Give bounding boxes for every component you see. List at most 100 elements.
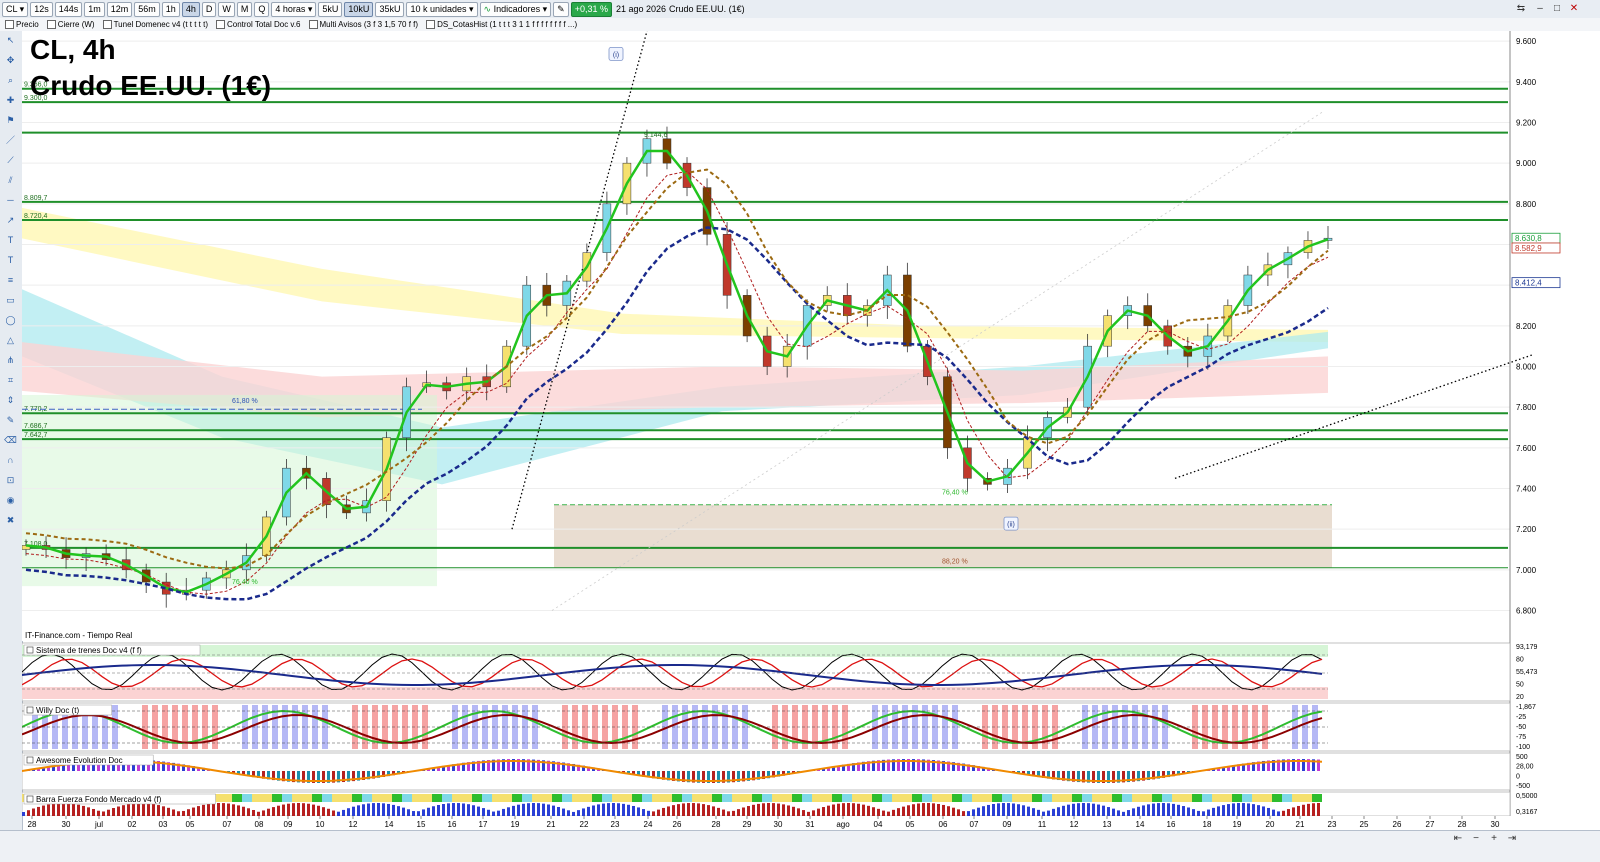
units-select[interactable]: 10 k unidades ▾ xyxy=(406,2,477,17)
crosshair-icon[interactable]: ✚ xyxy=(4,95,17,106)
force-top-bar xyxy=(1312,794,1322,802)
timeframe-button-144s[interactable]: 144s xyxy=(55,2,83,17)
timeframe-button-4h[interactable]: 4h xyxy=(182,2,200,17)
volume-button-10kU[interactable]: 10kU xyxy=(344,2,373,17)
timeframe-button-1h[interactable]: 1h xyxy=(162,2,180,17)
pan-icon[interactable]: ✥ xyxy=(4,55,17,66)
checkbox[interactable] xyxy=(103,20,112,29)
drawing-tools-button[interactable]: ✎ xyxy=(553,2,569,17)
price-axis-label: 7.000 xyxy=(1516,566,1537,575)
rect-icon[interactable]: ▭ xyxy=(4,295,17,306)
checkbox[interactable] xyxy=(309,20,318,29)
force-bar xyxy=(517,805,520,816)
timeframe-button-1m[interactable]: 1m xyxy=(84,2,105,17)
checkbox[interactable] xyxy=(216,20,225,29)
panel-axis-label: 93,179 xyxy=(1516,644,1538,651)
panel-checkbox[interactable] xyxy=(27,796,33,802)
timeframe-button-Q[interactable]: Q xyxy=(254,2,269,17)
timeframe-button-M[interactable]: M xyxy=(237,2,253,17)
magnet-icon[interactable]: ∩ xyxy=(4,455,17,466)
gann-icon[interactable]: ⌗ xyxy=(4,375,17,386)
indicator-item[interactable]: Multi Avisos (3 f 3 1,5 70 f f) xyxy=(306,19,422,30)
panel-checkbox[interactable] xyxy=(27,647,33,653)
force-bar xyxy=(132,803,135,816)
force-bar xyxy=(447,803,450,816)
volume-button-5kU[interactable]: 5kU xyxy=(318,2,342,17)
zoom-in-icon[interactable]: + xyxy=(1488,833,1500,845)
timeframe-button-W[interactable]: W xyxy=(218,2,235,17)
measure-icon[interactable]: ⇕ xyxy=(4,395,17,406)
eye-icon[interactable]: ◉ xyxy=(4,495,17,506)
panel-title: Barra Fuerza Fondo Mercado v4 (f) xyxy=(36,795,162,804)
scroll-right-icon[interactable]: ⇥ xyxy=(1506,833,1518,845)
force-bar xyxy=(192,808,195,816)
triangle-icon[interactable]: △ xyxy=(4,335,17,346)
channel-icon[interactable]: ⫽ xyxy=(4,175,17,186)
force-top-bar xyxy=(1262,794,1272,802)
checkbox[interactable] xyxy=(426,20,435,29)
timeframe-button-D[interactable]: D xyxy=(202,2,217,17)
timeframe-button-12s[interactable]: 12s xyxy=(30,2,53,17)
scroll-left-icon[interactable]: ⇤ xyxy=(1452,833,1464,845)
chart-area[interactable]: 9.6009.4009.2009.0008.8008.6008.4008.200… xyxy=(22,31,1600,816)
checkbox[interactable] xyxy=(47,20,56,29)
symbol-select[interactable]: CL ▾ xyxy=(2,2,28,17)
cursor-icon[interactable]: ↖ xyxy=(4,35,17,46)
zoom-icon[interactable]: ⌕ xyxy=(4,75,17,86)
force-bar xyxy=(467,804,470,816)
force-bar xyxy=(247,808,250,816)
force-bar xyxy=(472,805,475,816)
indicator-item[interactable]: Control Total Doc v.6 xyxy=(213,19,304,30)
lock-icon[interactable]: ⊡ xyxy=(4,475,17,486)
arrow-icon[interactable]: ↗ xyxy=(4,215,17,226)
force-bar xyxy=(927,803,930,816)
force-bar xyxy=(522,804,525,816)
force-bar xyxy=(512,806,515,816)
indicator-item[interactable]: Precio xyxy=(2,19,42,30)
force-bar xyxy=(532,803,535,816)
indicator-item[interactable]: DS_CotasHist (1 t t t 3 1 1 f f f f f f … xyxy=(423,19,580,30)
eraser-icon[interactable]: ⌫ xyxy=(4,435,17,446)
text-box-icon[interactable]: T xyxy=(4,255,17,266)
text-icon[interactable]: T xyxy=(4,235,17,246)
force-top-bar xyxy=(582,794,592,802)
level-label: 7.642,7 xyxy=(24,432,47,439)
pitchfork-icon[interactable]: ⋔ xyxy=(4,355,17,366)
force-bar xyxy=(367,804,370,816)
fib-icon[interactable]: ≡ xyxy=(4,275,17,286)
checkbox[interactable] xyxy=(5,20,14,29)
force-bar xyxy=(47,804,50,816)
ray-icon[interactable]: ⟋ xyxy=(4,155,17,166)
close-icon[interactable]: ✕ xyxy=(1568,3,1580,15)
indicators-button[interactable]: ∿ Indicadores ▾ xyxy=(480,2,552,17)
indicator-item[interactable]: Tunel Domenec v4 (t t t t t) xyxy=(100,19,211,30)
force-bar xyxy=(767,803,770,816)
period-select[interactable]: 4 horas ▾ xyxy=(271,2,316,17)
force-bar xyxy=(1252,804,1255,816)
arrows-icon[interactable]: ⇆ xyxy=(1515,3,1527,15)
panel-checkbox[interactable] xyxy=(27,757,33,763)
timeframe-button-12m[interactable]: 12m xyxy=(107,2,133,17)
force-bar xyxy=(1097,805,1100,816)
ellipse-icon[interactable]: ◯ xyxy=(4,315,17,326)
time-label: 30 xyxy=(1491,820,1500,829)
maximize-icon[interactable]: □ xyxy=(1551,3,1563,15)
price-axis-label: 8.000 xyxy=(1516,363,1537,372)
line-icon[interactable]: ／ xyxy=(4,135,17,146)
alert-icon[interactable]: ⚑ xyxy=(4,115,17,126)
force-top-bar xyxy=(462,794,472,802)
panel-checkbox[interactable] xyxy=(27,707,33,713)
zoom-out-icon[interactable]: − xyxy=(1470,833,1482,845)
brush-icon[interactable]: ✎ xyxy=(4,415,17,426)
time-label: 28 xyxy=(712,820,721,829)
indicator-item[interactable]: Cierre (W) xyxy=(44,19,98,30)
minimize-icon[interactable]: – xyxy=(1534,3,1546,15)
pencil-icon: ✎ xyxy=(557,4,565,14)
hline-icon[interactable]: ─ xyxy=(4,195,17,206)
force-bar xyxy=(1227,804,1230,816)
panel-axis-label: -100 xyxy=(1516,744,1530,751)
trash-icon[interactable]: ✖ xyxy=(4,515,17,526)
force-bar xyxy=(977,808,980,816)
timeframe-button-56m[interactable]: 56m xyxy=(134,2,160,17)
volume-button-35kU[interactable]: 35kU xyxy=(375,2,404,17)
